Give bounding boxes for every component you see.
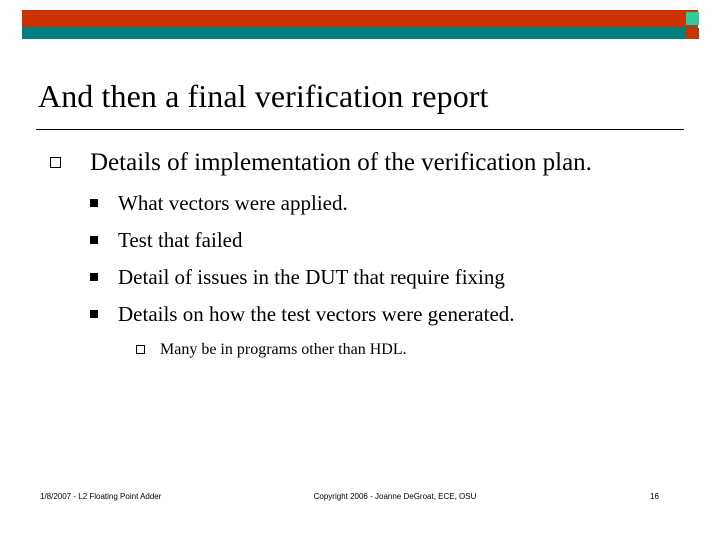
bullet-level2-text: What vectors were applied. — [118, 190, 348, 215]
hollow-square-bullet-icon — [136, 344, 145, 354]
bullet-level2-item: Test that failed — [40, 227, 690, 252]
bullet-level2-item: Details on how the test vectors were gen… — [40, 301, 690, 326]
bullet-level3-text: Many be in programs other than HDL. — [160, 340, 407, 358]
banner-red-bar — [22, 10, 698, 27]
filled-square-bullet-icon — [90, 272, 98, 281]
bullet-level2-item: What vectors were applied. — [40, 190, 690, 215]
bullet-level2-group: What vectors were applied. Test that fai… — [40, 190, 690, 326]
bullet-level1-text: Details of implementation of the verific… — [90, 149, 592, 176]
hollow-square-bullet-icon — [50, 157, 61, 168]
slide-body: Details of implementation of the verific… — [40, 148, 690, 358]
bullet-level3: Many be in programs other than HDL. — [40, 341, 690, 359]
footer-date-label: 1/8/2007 - L2 Floating Point Adder — [40, 492, 162, 501]
slide-title: And then a final verification report — [38, 78, 489, 114]
bullet-level2-item: Detail of issues in the DUT that require… — [40, 264, 690, 289]
bullet-level2-text: Test that failed — [118, 227, 243, 252]
banner-teal-bar — [22, 27, 698, 39]
filled-square-bullet-icon — [90, 309, 98, 318]
banner-accent-square-red — [686, 28, 699, 39]
bullet-level2-text: Details on how the test vectors were gen… — [118, 301, 515, 326]
footer-copyright-label: Copyright 2006 - Joanne DeGroat, ECE, OS… — [313, 492, 477, 501]
filled-square-bullet-icon — [90, 235, 98, 244]
slide-footer: 1/8/2007 - L2 Floating Point Adder Copyr… — [0, 492, 720, 522]
slide-banner — [0, 0, 720, 50]
title-divider — [36, 129, 684, 130]
bullet-level1: Details of implementation of the verific… — [40, 148, 690, 179]
banner-accent-square-teal — [686, 12, 699, 25]
footer-page-number: 16 — [650, 492, 659, 501]
filled-square-bullet-icon — [90, 198, 98, 207]
bullet-level2-text: Detail of issues in the DUT that require… — [118, 264, 505, 289]
